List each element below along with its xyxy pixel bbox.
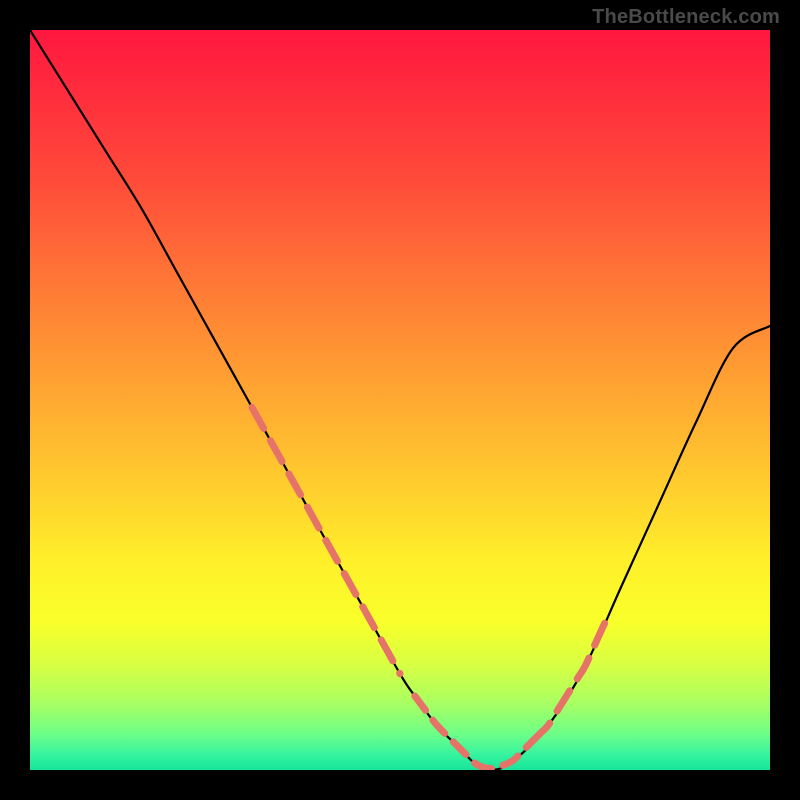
curve-layer [30, 30, 770, 770]
watermark-text: TheBottleneck.com [592, 6, 780, 29]
plot-area [30, 30, 770, 770]
bottleneck-curve [30, 30, 770, 770]
chart-frame: TheBottleneck.com [0, 0, 800, 800]
dashed-overlay-right [533, 618, 607, 741]
dashed-overlay-floor [415, 696, 533, 769]
